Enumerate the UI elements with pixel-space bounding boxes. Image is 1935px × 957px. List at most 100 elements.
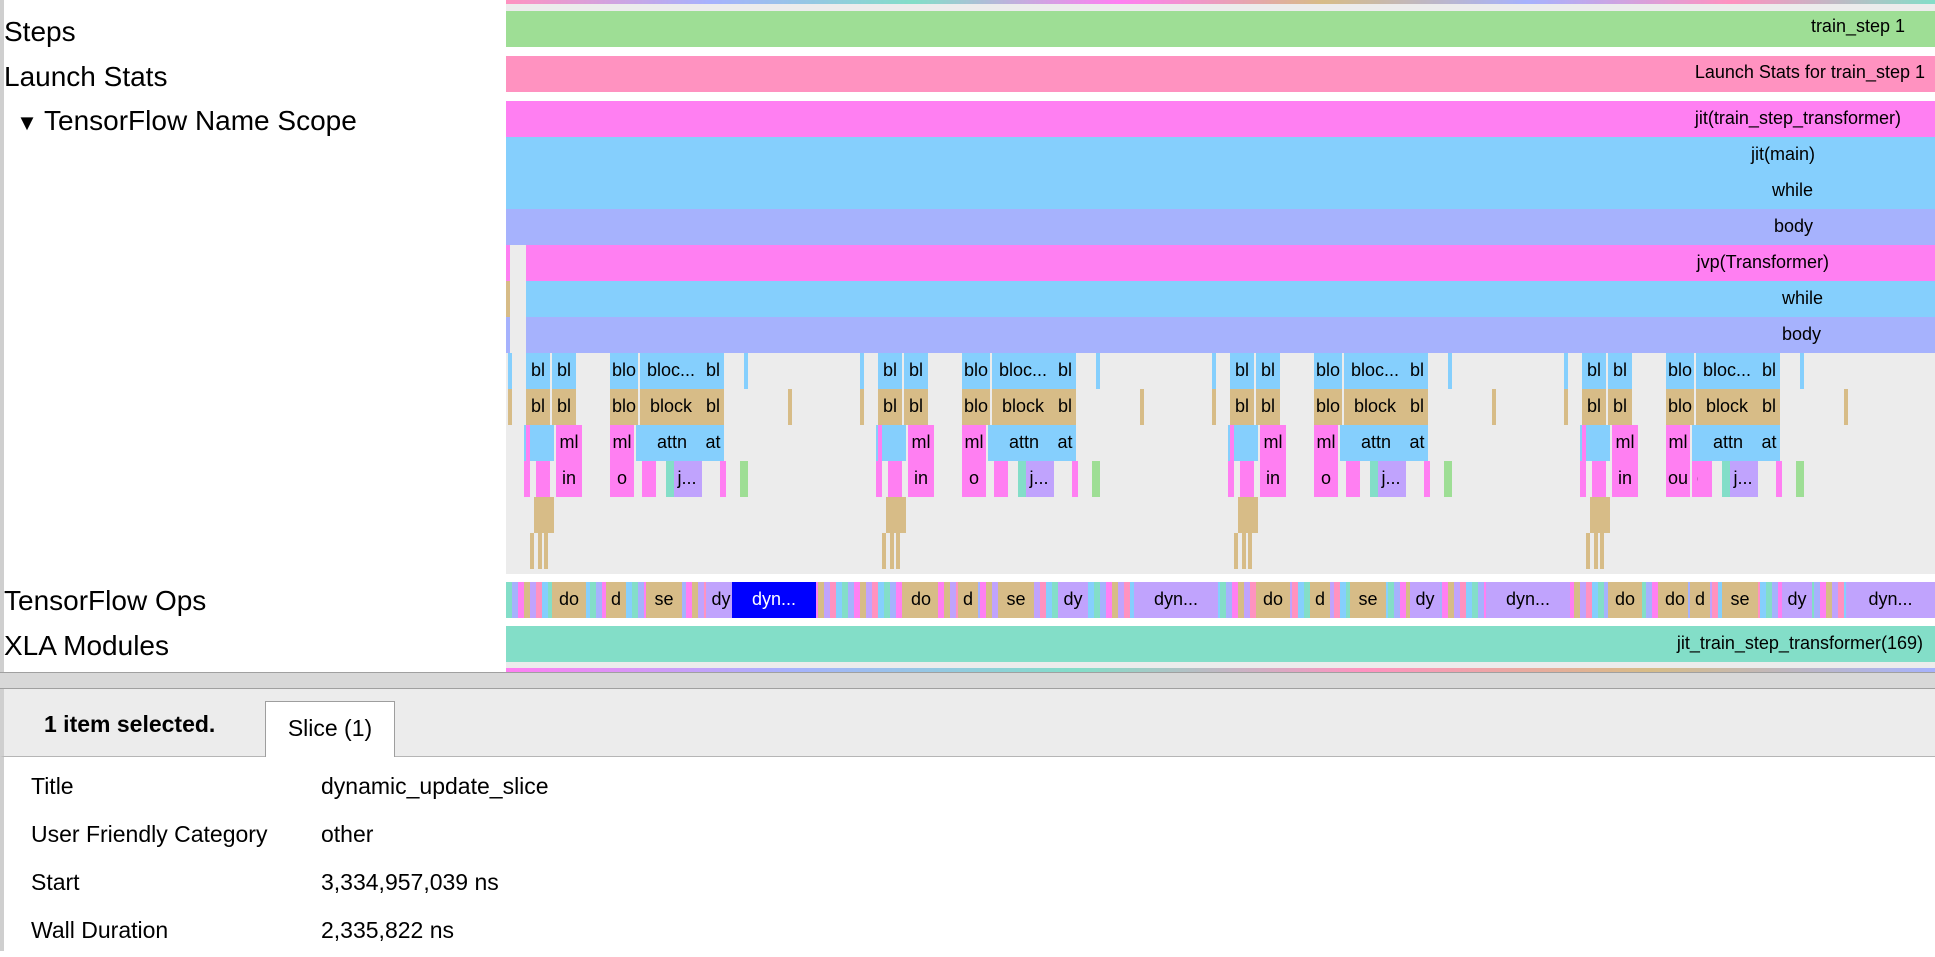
slice-while-inner[interactable]: while (526, 281, 1935, 317)
slice-block[interactable]: bl (1054, 353, 1076, 389)
track-label-xla-modules[interactable]: XLA Modules (4, 629, 169, 663)
slice-op-selected[interactable]: dyn... (732, 582, 816, 618)
slice-train-step[interactable]: train_step 1 (506, 11, 1935, 47)
slice-block[interactable]: at (1406, 425, 1428, 461)
slice-xla-module[interactable]: jit_train_step_transformer(169) (506, 626, 1935, 662)
slice-block[interactable]: block (1696, 389, 1758, 425)
slice-op[interactable]: dyn... (1486, 582, 1570, 618)
slice-block[interactable]: blo (1314, 389, 1342, 425)
slice-block[interactable]: bl (904, 389, 928, 425)
slice-block[interactable]: ml (1666, 425, 1690, 461)
slice-block[interactable]: attn (1698, 425, 1758, 461)
slice-block[interactable]: bl (1230, 353, 1254, 389)
slice-block[interactable]: bloc... (640, 353, 702, 389)
slice-block[interactable]: o (1314, 461, 1338, 497)
collapse-triangle-icon[interactable]: ▼ (10, 106, 44, 140)
slice-block[interactable]: ml (1612, 425, 1638, 461)
slice-block[interactable]: attn (642, 425, 702, 461)
slice-block[interactable]: bl (702, 389, 724, 425)
slice-jit-train-step[interactable]: jit(train_step_transformer) (506, 101, 1935, 137)
slice-while-outer[interactable]: while (506, 173, 1935, 209)
timeline-view[interactable]: train_step 1 Launch Stats for train_step… (506, 0, 1935, 672)
slice-block[interactable]: in (1612, 461, 1638, 497)
slice-op[interactable]: se (1350, 582, 1386, 618)
slice-op[interactable]: do (1608, 582, 1642, 618)
slice-op[interactable]: d (958, 582, 978, 618)
slice-op[interactable]: dy (1058, 582, 1088, 618)
slice-op[interactable]: do (552, 582, 586, 618)
slice-block[interactable]: bl (1054, 389, 1076, 425)
slice-block[interactable]: bl (1230, 389, 1254, 425)
slice-block[interactable]: block (1344, 389, 1406, 425)
slice-jvp-transformer[interactable]: jvp(Transformer) (526, 245, 1935, 281)
track-label-tensorflow-ops[interactable]: TensorFlow Ops (4, 584, 206, 618)
slice-op[interactable]: se (998, 582, 1034, 618)
slice-op[interactable]: se (1722, 582, 1758, 618)
slice-block[interactable]: bl (1582, 353, 1606, 389)
slice-block[interactable]: ml (908, 425, 934, 461)
slice-jit-main[interactable]: jit(main) (506, 137, 1935, 173)
slice-block[interactable]: bl (702, 353, 724, 389)
slice-block[interactable]: blo (1314, 353, 1342, 389)
slice-body-inner[interactable]: body (526, 317, 1935, 353)
slice-block[interactable]: bl (552, 389, 576, 425)
slice-block[interactable]: block (992, 389, 1054, 425)
slice-block[interactable]: o (610, 461, 634, 497)
slice-op[interactable]: dyn... (1846, 582, 1935, 618)
slice-block[interactable]: attn (994, 425, 1054, 461)
slice-block[interactable]: bl (878, 389, 902, 425)
slice-block[interactable]: blo (1666, 353, 1694, 389)
slice-block[interactable]: bl (1256, 353, 1280, 389)
slice-block[interactable]: at (1054, 425, 1076, 461)
slice-block[interactable]: in (908, 461, 934, 497)
slice-block[interactable]: blo (610, 353, 638, 389)
slice-op[interactable]: d (1310, 582, 1330, 618)
slice-block[interactable]: ou (1666, 461, 1690, 497)
slice-block[interactable]: j... (1376, 461, 1406, 497)
slice-block[interactable]: ml (962, 425, 986, 461)
slice-block[interactable]: bl (526, 353, 550, 389)
slice-block[interactable]: bl (878, 353, 902, 389)
slice-block[interactable]: ml (1314, 425, 1338, 461)
slice-block[interactable]: at (1758, 425, 1780, 461)
slice-block[interactable]: bl (1758, 353, 1780, 389)
slice-block[interactable]: j... (1024, 461, 1054, 497)
panel-splitter[interactable] (0, 672, 1935, 689)
slice-block[interactable]: in (556, 461, 582, 497)
slice-block[interactable]: bloc... (992, 353, 1054, 389)
slice-block[interactable]: bloc... (1696, 353, 1758, 389)
slice-op[interactable]: dyn... (1134, 582, 1218, 618)
slice-block[interactable]: attn (1346, 425, 1406, 461)
slice-launch-stats[interactable]: Launch Stats for train_step 1 (506, 56, 1935, 92)
slice-body-outer[interactable]: body (506, 209, 1935, 245)
slice-op[interactable]: d (1690, 582, 1710, 618)
track-label-steps[interactable]: Steps (4, 15, 76, 49)
slice-block[interactable]: bl (1758, 389, 1780, 425)
slice-block[interactable]: bl (904, 353, 928, 389)
slice-block[interactable]: bl (1406, 353, 1428, 389)
slice-block[interactable]: blo (610, 389, 638, 425)
slice-block[interactable]: bl (1608, 353, 1632, 389)
slice-op[interactable]: d (606, 582, 626, 618)
slice-block[interactable]: blo (962, 353, 990, 389)
slice-block[interactable]: bl (1256, 389, 1280, 425)
slice-block[interactable]: ml (610, 425, 634, 461)
slice-block[interactable]: bl (1608, 389, 1632, 425)
slice-block[interactable]: bl (526, 389, 550, 425)
track-label-launch-stats[interactable]: Launch Stats (4, 60, 167, 94)
slice-block[interactable]: block (640, 389, 702, 425)
slice-op[interactable]: do (1256, 582, 1290, 618)
slice-op[interactable]: dy (1410, 582, 1440, 618)
slice-block[interactable]: ml (1260, 425, 1286, 461)
tab-slice[interactable]: Slice (1) (265, 701, 395, 757)
slice-op[interactable]: se (646, 582, 682, 618)
slice-block[interactable]: blo (962, 389, 990, 425)
slice-block[interactable]: bloc... (1344, 353, 1406, 389)
slice-block[interactable]: j... (672, 461, 702, 497)
slice-block[interactable]: bl (1406, 389, 1428, 425)
slice-block[interactable]: bl (552, 353, 576, 389)
track-label-name-scope[interactable]: ▼ TensorFlow Name Scope (4, 104, 357, 140)
slice-op[interactable]: do (1662, 582, 1688, 618)
slice-block[interactable]: o (962, 461, 986, 497)
slice-block[interactable]: bl (1582, 389, 1606, 425)
